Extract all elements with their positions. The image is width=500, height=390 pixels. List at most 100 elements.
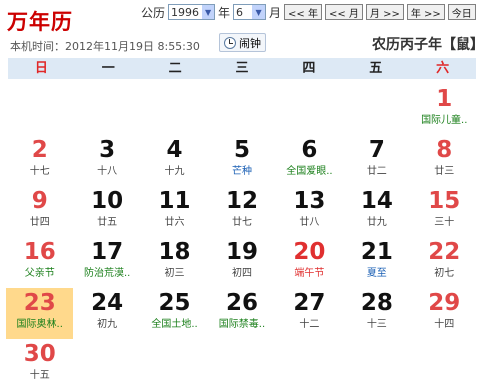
day-cell[interactable]: 2 十七: [6, 135, 73, 186]
day-number: 4: [166, 137, 183, 163]
lunar-day-label: 十七: [29, 166, 50, 177]
day-number: 28: [360, 290, 393, 316]
year-select-value: 1996: [171, 5, 200, 19]
day-cell[interactable]: 11 廿六: [141, 186, 208, 237]
day-number: 19: [225, 239, 258, 265]
day-cell[interactable]: 25 全国土地..: [141, 288, 208, 339]
gongli-label: 公历: [141, 5, 166, 20]
day-cell[interactable]: 1 国际儿童..: [411, 84, 478, 135]
day-cell[interactable]: 22 初七: [411, 237, 478, 288]
day-cell[interactable]: 15 三十: [411, 186, 478, 237]
clock-icon: [224, 36, 236, 49]
empty-cell: [6, 84, 73, 135]
alarm-label: 闹钟: [239, 36, 261, 50]
empty-cell: [73, 84, 140, 135]
empty-cell: [343, 84, 410, 135]
day-number: 18: [158, 239, 191, 265]
weekday-fri: 五: [369, 61, 383, 76]
lunar-day-label: 父亲节: [24, 268, 55, 279]
lunar-day-label: 端午节: [294, 268, 325, 279]
day-cell[interactable]: 26 国际禁毒..: [208, 288, 275, 339]
day-cell[interactable]: 16 父亲节: [6, 237, 73, 288]
lunar-day-label: 廿七: [231, 217, 252, 228]
next-year-button[interactable]: 年 >>: [406, 4, 445, 20]
day-cell[interactable]: 20 端午节: [276, 237, 343, 288]
day-cell[interactable]: 29 十四: [411, 288, 478, 339]
year-select[interactable]: 1996 ▼: [168, 4, 216, 20]
day-cell[interactable]: 9 廿四: [6, 186, 73, 237]
calendar-week-row: 1 国际儿童..: [6, 84, 478, 135]
lunar-day-label: 廿九: [366, 217, 387, 228]
day-cell[interactable]: 8 廿三: [411, 135, 478, 186]
day-number: 9: [31, 188, 48, 214]
day-number: 27: [293, 290, 326, 316]
day-number: 12: [225, 188, 258, 214]
day-cell[interactable]: 12 廿七: [208, 186, 275, 237]
calendar-grid: 1 国际儿童.. 2 十七 3 十八 4 十九 5 芒种 6 全国爱眼.. 7 廿二 8 廿三 9 廿四 10 廿五 1…: [6, 84, 478, 390]
day-cell[interactable]: 19 初四: [208, 237, 275, 288]
day-cell[interactable]: 24 初九: [73, 288, 140, 339]
prev-month-button[interactable]: << 月: [324, 4, 363, 20]
next-month-button[interactable]: 月 >>: [365, 4, 404, 20]
lunar-day-label: 三十: [434, 217, 455, 228]
day-number: 29: [428, 290, 461, 316]
day-cell[interactable]: 28 十三: [343, 288, 410, 339]
lunar-day-label: 初三: [164, 268, 185, 279]
empty-cell: [141, 339, 208, 390]
month-select-value: 6: [236, 5, 244, 19]
day-cell[interactable]: 5 芒种: [208, 135, 275, 186]
lunar-day-label: 十二: [299, 319, 320, 330]
day-number: 20: [293, 239, 326, 265]
weekday-thu: 四: [302, 61, 316, 76]
calendar-week-row: 2 十七 3 十八 4 十九 5 芒种 6 全国爱眼.. 7 廿二 8 廿三: [6, 135, 478, 186]
alarm-button[interactable]: 闹钟: [219, 33, 266, 52]
day-number: 30: [23, 341, 56, 367]
day-number: 5: [233, 137, 250, 163]
lunar-day-label: 初四: [231, 268, 252, 279]
day-cell[interactable]: 13 廿八: [276, 186, 343, 237]
month-label: 月: [269, 5, 282, 20]
day-cell[interactable]: 3 十八: [73, 135, 140, 186]
day-cell[interactable]: 6 全国爱眼..: [276, 135, 343, 186]
calendar-week-row: 23 国际奥林.. 24 初九 25 全国土地.. 26 国际禁毒.. 27 十二 28 十三 29 十四: [6, 288, 478, 339]
prev-year-button[interactable]: << 年: [284, 4, 322, 20]
day-number: 22: [428, 239, 461, 265]
day-cell[interactable]: 10 廿五: [73, 186, 140, 237]
empty-cell: [208, 339, 275, 390]
day-number: 11: [158, 188, 191, 214]
calendar-week-row: 16 父亲节 17 防治荒漠.. 18 初三 19 初四 20 端午节 21 夏至 22 初七: [6, 237, 478, 288]
day-number: 23: [23, 290, 56, 316]
day-number: 6: [301, 137, 318, 163]
weekday-mon: 一: [101, 61, 115, 76]
empty-cell: [208, 84, 275, 135]
weekday-wed: 三: [235, 61, 249, 76]
day-number: 2: [31, 137, 48, 163]
day-cell[interactable]: 17 防治荒漠..: [73, 237, 140, 288]
day-number: 10: [91, 188, 124, 214]
day-number: 16: [23, 239, 56, 265]
today-button[interactable]: 今日: [447, 4, 476, 20]
day-cell[interactable]: 30 十五: [6, 339, 73, 390]
lunar-day-label: 十三: [366, 319, 387, 330]
day-cell[interactable]: 7 廿二: [343, 135, 410, 186]
lunar-day-label: 廿六: [164, 217, 185, 228]
lunar-day-label: 夏至: [366, 268, 387, 279]
day-cell[interactable]: 27 十二: [276, 288, 343, 339]
calendar-week-row: 30 十五: [6, 339, 478, 390]
chevron-down-icon: ▼: [252, 5, 266, 19]
lunar-day-label: 国际奥林..: [16, 319, 63, 330]
lunar-day-label: 廿四: [29, 217, 50, 228]
empty-cell: [141, 84, 208, 135]
day-number: 21: [360, 239, 393, 265]
day-cell[interactable]: 18 初三: [141, 237, 208, 288]
lunar-day-label: 廿八: [299, 217, 320, 228]
day-number: 13: [293, 188, 326, 214]
day-cell[interactable]: 14 廿九: [343, 186, 410, 237]
day-cell[interactable]: 21 夏至: [343, 237, 410, 288]
day-cell[interactable]: 23 国际奥林..: [6, 288, 74, 339]
month-select[interactable]: 6 ▼: [233, 4, 267, 20]
lunar-day-label: 十八: [97, 166, 118, 177]
lunar-day-label: 十九: [164, 166, 185, 177]
day-cell[interactable]: 4 十九: [141, 135, 208, 186]
weekday-tue: 二: [168, 61, 182, 76]
